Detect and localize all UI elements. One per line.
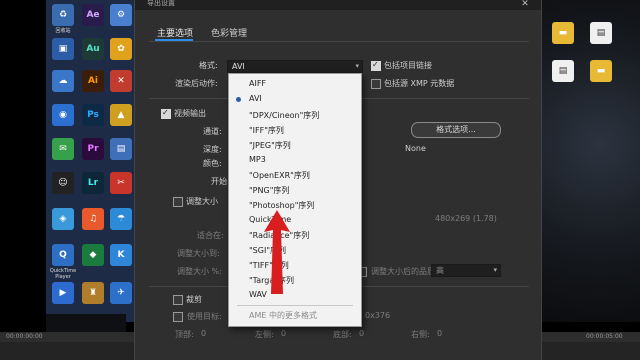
resize-size-hint: 480x269 (1.78) (435, 214, 497, 223)
format-select[interactable]: AVI ▾ (227, 60, 363, 73)
screen: ♻ 回收站 Ae ⚙ ▣ Au ✿ ☁ Ai ✕ ◉ Ps ▲ ✉ Pr ▤ ☺… (0, 0, 640, 360)
video-output-checkbox[interactable] (161, 108, 171, 119)
tab-main-options[interactable]: 主要选项 (157, 26, 193, 39)
fit-in-label: 适合在: (197, 231, 224, 240)
crop-left-value[interactable]: 0 (281, 329, 286, 338)
dropdown-divider (237, 305, 353, 306)
dropdown-item-aiff[interactable]: AIFF (249, 79, 266, 88)
dropdown-item-iff[interactable]: "IFF"序列 (249, 125, 284, 136)
dropdown-item-avi[interactable]: AVI (249, 94, 262, 103)
close-icon[interactable]: ✕ (517, 0, 533, 10)
chevron-down-icon: ▾ (493, 266, 497, 274)
chevron-down-icon: ▾ (355, 62, 359, 70)
app-icon-10[interactable]: ◈ (52, 208, 74, 230)
crop-bottom-value[interactable]: 0 (359, 329, 364, 338)
au-icon[interactable]: Au (82, 38, 104, 60)
crop-right-value[interactable]: 0 (437, 329, 442, 338)
dropdown-item-openexr[interactable]: "OpenEXR"序列 (249, 170, 310, 181)
app-icon-3[interactable]: ✿ (110, 38, 132, 60)
app-icon-8[interactable]: ▤ (110, 138, 132, 160)
resize-quality-select[interactable]: 高 ▾ (431, 264, 501, 277)
app-icon-13[interactable]: ▶ (52, 282, 74, 304)
depth-value: None (405, 144, 426, 153)
include-project-link-label: 包括项目链接 (384, 61, 432, 70)
crop-right-label: 右侧: (411, 330, 430, 339)
use-target-label: 使用目标: (187, 312, 222, 321)
format-dropdown-menu: AIFF AVI "DPX/Cineon"序列 "IFF"序列 "JPEG"序列… (228, 73, 362, 327)
app-icon-7[interactable]: ▲ (110, 104, 132, 126)
lr-icon[interactable]: Lr (82, 172, 104, 194)
crop-left-label: 左侧: (255, 330, 274, 339)
dialog-title-bar: 导出设置 ✕ (135, 0, 541, 10)
crop-label: 裁剪 (186, 295, 202, 304)
crop-checkbox[interactable] (173, 295, 183, 305)
format-options-button[interactable]: 格式选项... (411, 122, 501, 138)
quicktime-icon[interactable]: Q (52, 244, 74, 266)
color-label: 颜色: (203, 159, 222, 168)
kugou-icon[interactable]: K (110, 244, 132, 266)
depth-label: 深度: (203, 145, 222, 154)
include-project-link-checkbox[interactable] (371, 60, 381, 71)
dropdown-item-png[interactable]: "PNG"序列 (249, 185, 289, 196)
timecode-right: 00:00:05:00 (586, 333, 623, 340)
app-icon-9[interactable]: ✂ (110, 172, 132, 194)
resize-label: 调整大小 (186, 197, 218, 206)
desktop-wallpaper (540, 0, 640, 322)
app-icon-15[interactable]: ✈ (110, 282, 132, 304)
netease-music-icon[interactable]: ♫ (82, 208, 104, 230)
app-icon-2[interactable]: ▣ (52, 38, 74, 60)
quicktime-label: QuickTime Player (49, 268, 77, 280)
format-label: 格式: (199, 61, 218, 70)
resize-quality-label: 调整大小后的品质: (371, 267, 438, 276)
taskbar (46, 314, 126, 332)
video-output-label: 视频输出 (174, 109, 206, 118)
qq-icon[interactable]: ☺ (52, 172, 74, 194)
resize-percent-label: 调整大小 %: (177, 267, 222, 276)
use-target-checkbox[interactable] (173, 312, 183, 322)
recycle-bin-label: 回收站 (55, 28, 71, 34)
format-select-value: AVI (232, 62, 245, 71)
app-icon-12[interactable]: ◆ (82, 244, 104, 266)
ai-icon[interactable]: Ai (82, 70, 104, 92)
dialog-title: 导出设置 (147, 0, 175, 7)
app-icon-5[interactable]: ✕ (110, 70, 132, 92)
crop-top-value[interactable]: 0 (201, 329, 206, 338)
render-after-label: 渲染后动作: (175, 79, 218, 88)
channels-label: 通道: (203, 127, 222, 136)
crop-size-hint: 0x376 (365, 311, 391, 320)
recycle-bin-icon[interactable]: ♻ (52, 4, 74, 26)
selected-bullet-icon (236, 97, 241, 102)
tab-color-management[interactable]: 色彩管理 (211, 26, 247, 39)
ae-icon[interactable]: Ae (82, 4, 104, 26)
dropdown-item-mp3[interactable]: MP3 (249, 155, 266, 164)
app-icon-1[interactable]: ⚙ (110, 4, 132, 26)
folder-icon-2[interactable]: ▬ (590, 60, 612, 82)
document-icon-2[interactable]: ▤ (552, 60, 574, 82)
resize-checkbox[interactable] (173, 197, 183, 207)
app-icon-4[interactable]: ☁ (52, 70, 74, 92)
dropdown-item-dpx[interactable]: "DPX/Cineon"序列 (249, 110, 319, 121)
document-icon[interactable]: ▤ (590, 22, 612, 44)
tabs-divider (149, 41, 529, 42)
resize-quality-value: 高 (436, 266, 444, 275)
app-icon-6[interactable]: ◉ (52, 104, 74, 126)
app-icon-11[interactable]: ☂ (110, 208, 132, 230)
wechat-icon[interactable]: ✉ (52, 138, 74, 160)
pr-icon[interactable]: Pr (82, 138, 104, 160)
resize-to-label: 调整大小到: (177, 249, 220, 258)
include-source-xmp-label: 包括源 XMP 元数据 (384, 79, 455, 88)
ps-icon[interactable]: Ps (82, 104, 104, 126)
app-icon-14[interactable]: ♜ (82, 282, 104, 304)
dropdown-item-jpeg[interactable]: "JPEG"序列 (249, 140, 291, 151)
folder-icon[interactable]: ▬ (552, 22, 574, 44)
red-arrow-annotation (264, 210, 290, 294)
include-source-xmp-checkbox[interactable] (371, 79, 381, 89)
crop-bottom-label: 底部: (333, 330, 352, 339)
timecode-left: 00:00:00:00 (6, 333, 43, 340)
crop-top-label: 顶部: (175, 330, 194, 339)
dropdown-item-more-formats[interactable]: AME 中的更多格式 (249, 310, 317, 321)
